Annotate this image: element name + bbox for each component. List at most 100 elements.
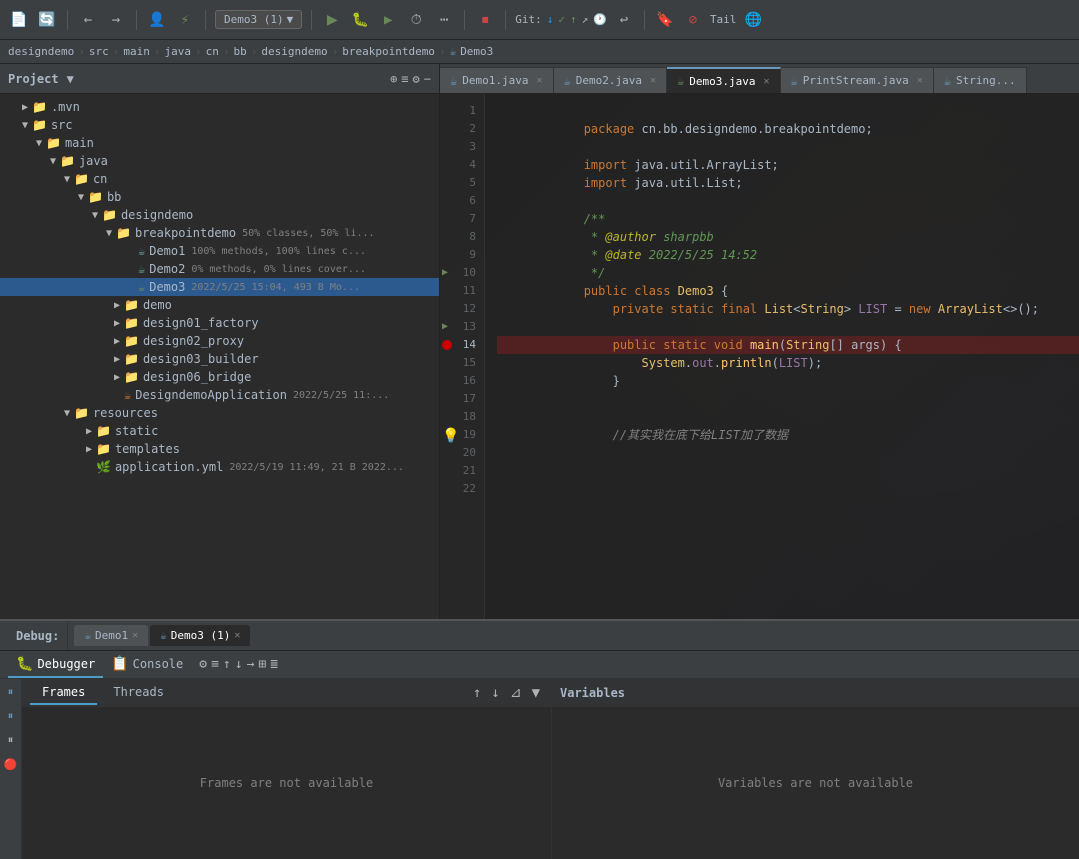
debug-resume-icon[interactable]: 🔴	[2, 755, 20, 773]
back-icon[interactable]: ←	[77, 9, 99, 31]
tree-item-static[interactable]: ▶ 📁 static	[0, 422, 439, 440]
tree-item-src[interactable]: ▼ 📁 src	[0, 116, 439, 134]
sidebar-sync-icon[interactable]: ⊕	[390, 72, 397, 86]
tree-item-java[interactable]: ▼ 📁 java	[0, 152, 439, 170]
frame-filter-icon[interactable]: ⊿	[507, 683, 525, 703]
breadcrumb-breakpointdemo[interactable]: breakpointdemo	[342, 45, 435, 58]
main-label: main	[65, 136, 94, 150]
vcs-icon[interactable]: 👤	[146, 9, 168, 31]
git-history-icon[interactable]: ↗	[582, 13, 589, 26]
tree-item-breakpointdemo[interactable]: ▼ 📁 breakpointdemo 50% classes, 50% li..…	[0, 224, 439, 242]
bookmark-icon[interactable]: 🔖	[654, 9, 676, 31]
tab-demo2[interactable]: ☕ Demo2.java ✕	[554, 67, 668, 93]
sidebar-collapse-icon[interactable]: ≡	[401, 72, 408, 86]
tree-item-bb[interactable]: ▼ 📁 bb	[0, 188, 439, 206]
breadcrumb-src[interactable]: src	[89, 45, 109, 58]
breadcrumb-designdemo2[interactable]: designdemo	[261, 45, 327, 58]
frame-down-icon[interactable]: ↓	[488, 683, 502, 703]
debug-tab-console[interactable]: 📋 Console	[103, 652, 191, 678]
run-icon[interactable]: ▶	[321, 9, 343, 31]
tree-item-mvn[interactable]: ▶ 📁 .mvn	[0, 98, 439, 116]
toolbar-sep-6	[505, 10, 506, 30]
forward-icon[interactable]: →	[105, 9, 127, 31]
frame-up-icon[interactable]: ↑	[470, 683, 484, 703]
demo1-tab-close[interactable]: ✕	[536, 75, 542, 86]
variables-empty-label: Variables are not available	[718, 776, 913, 790]
debug-extra-icon2[interactable]: ≣	[270, 657, 278, 672]
breadcrumb-cn[interactable]: cn	[206, 45, 219, 58]
tab-printstream[interactable]: ☕ PrintStream.java ✕	[781, 67, 934, 93]
more-run-icon[interactable]: ⋯	[433, 9, 455, 31]
undo-icon[interactable]: ↩	[613, 9, 635, 31]
frames-subtab[interactable]: Frames	[30, 681, 97, 705]
debug-session-demo1[interactable]: ☕ Demo1 ✕	[74, 625, 148, 646]
sidebar-settings-icon[interactable]: ⚙	[413, 72, 420, 86]
tree-item-design06[interactable]: ▶ 📁 design06_bridge	[0, 368, 439, 386]
tab-string[interactable]: ☕ String...	[934, 67, 1027, 93]
git-push-icon[interactable]: ↑	[570, 13, 577, 26]
debug-settings-icon[interactable]: ⚙	[199, 657, 207, 672]
tree-item-design02[interactable]: ▶ 📁 design02_proxy	[0, 332, 439, 350]
ln-22: 22	[440, 480, 484, 498]
tab-demo3[interactable]: ☕ Demo3.java ✕	[667, 67, 781, 93]
debug-layout-icon[interactable]: ≡	[211, 657, 219, 672]
frame-more-icon[interactable]: ▼	[529, 683, 543, 703]
stop-icon[interactable]: ⏹	[474, 9, 496, 31]
debug-session-demo1-close[interactable]: ✕	[132, 630, 138, 641]
tree-item-main[interactable]: ▼ 📁 main	[0, 134, 439, 152]
demo-config-button[interactable]: Demo3 (1) ▼	[215, 10, 302, 29]
sync-icon[interactable]: 🔄	[36, 9, 58, 31]
debug-session-demo3[interactable]: ☕ Demo3 (1) ✕	[150, 625, 250, 646]
debug-extra-icon1[interactable]: ⊞	[258, 657, 266, 672]
sidebar-close-icon[interactable]: −	[424, 72, 431, 86]
resources-label: resources	[93, 406, 158, 420]
breakpointdemo-meta: 50% classes, 50% li...	[242, 228, 374, 239]
debug-restore-icon[interactable]: ↑	[223, 657, 231, 672]
sidebar-dropdown-arrow[interactable]: ▼	[67, 72, 74, 86]
sidebar-header: Project ▼ ⊕ ≡ ⚙ −	[0, 64, 439, 94]
editor-content[interactable]: 1 2 3 4 5 6 7 8 9 ▶ 10 11 12 ▶	[440, 94, 1079, 619]
breakpoint-14[interactable]	[442, 340, 452, 350]
tree-item-resources[interactable]: ▼ 📁 resources	[0, 404, 439, 422]
tree-item-demo1[interactable]: ▶ ☕ Demo1 100% methods, 100% lines c...	[0, 242, 439, 260]
debug-tab-debugger[interactable]: 🐛 Debugger	[8, 652, 103, 678]
analyze-icon[interactable]: ⚡	[174, 9, 196, 31]
demo1-meta: 100% methods, 100% lines c...	[191, 246, 366, 257]
tree-item-demo3[interactable]: ▶ ☕ Demo3 2022/5/25 15:04, 493 B Mo...	[0, 278, 439, 296]
tree-item-demo-folder[interactable]: ▶ 📁 demo	[0, 296, 439, 314]
breadcrumb-bb[interactable]: bb	[233, 45, 246, 58]
new-file-icon[interactable]: 📄	[8, 9, 30, 31]
profiler-icon[interactable]: ⏱	[405, 9, 427, 31]
ln-13: ▶ 13	[440, 318, 484, 336]
breadcrumb-main[interactable]: main	[123, 45, 150, 58]
tree-item-design01[interactable]: ▶ 📁 design01_factory	[0, 314, 439, 332]
git-fetch-icon[interactable]: ↓	[547, 13, 554, 26]
tree-item-cn[interactable]: ▼ 📁 cn	[0, 170, 439, 188]
demo2-tab-close[interactable]: ✕	[650, 75, 656, 86]
tab-demo1[interactable]: ☕ Demo1.java ✕	[440, 67, 554, 93]
printstream-tab-close[interactable]: ✕	[917, 75, 923, 86]
breadcrumb-designdemo[interactable]: designdemo	[8, 45, 74, 58]
debug-step-into-icon[interactable]: ⏸	[2, 707, 20, 725]
debug-step-out-icon[interactable]: ⏸	[2, 731, 20, 749]
tree-item-design03[interactable]: ▶ 📁 design03_builder	[0, 350, 439, 368]
demo3-meta: 2022/5/25 15:04, 493 B Mo...	[191, 282, 360, 293]
tree-item-demo2[interactable]: ▶ ☕ Demo2 0% methods, 0% lines cover...	[0, 260, 439, 278]
debug-session-demo3-close[interactable]: ✕	[234, 630, 240, 641]
tree-item-yml[interactable]: ▶ 🌿 application.yml 2022/5/19 11:49, 21 …	[0, 458, 439, 476]
coverage-icon[interactable]: ▶	[377, 9, 399, 31]
debug-step-over-icon[interactable]: ⏸	[2, 683, 20, 701]
terminal-icon[interactable]: ⊘	[682, 9, 704, 31]
demo3-tab-close[interactable]: ✕	[763, 76, 769, 87]
threads-subtab[interactable]: Threads	[101, 681, 176, 705]
git-clock-icon[interactable]: 🕐	[593, 13, 607, 26]
debug-export-icon[interactable]: →	[247, 657, 255, 672]
git-check-icon[interactable]: ✓	[558, 13, 565, 26]
debug-run-icon[interactable]: 🐛	[349, 9, 371, 31]
tree-item-designdemo[interactable]: ▼ 📁 designdemo	[0, 206, 439, 224]
tree-item-templates[interactable]: ▶ 📁 templates	[0, 440, 439, 458]
translate-icon[interactable]: 🌐	[742, 9, 764, 31]
breadcrumb-java[interactable]: java	[164, 45, 191, 58]
debug-expand-icon[interactable]: ↓	[235, 657, 243, 672]
tree-item-app[interactable]: ▶ ☕ DesigndemoApplication 2022/5/25 11:.…	[0, 386, 439, 404]
